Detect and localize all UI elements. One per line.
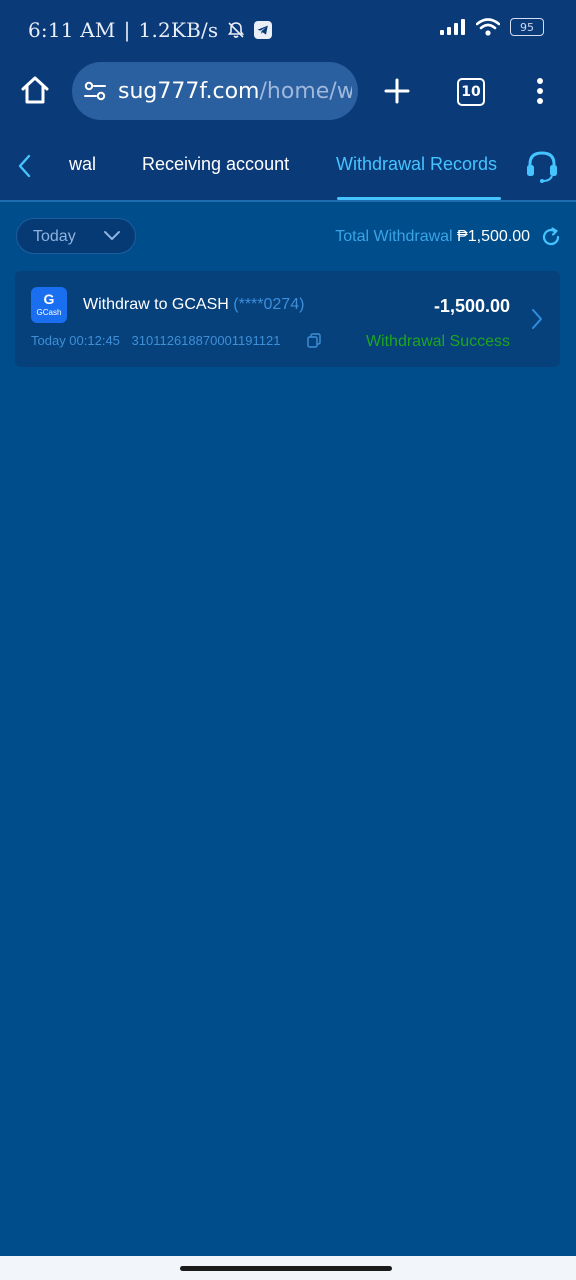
tabs-icon[interactable]: 10 bbox=[457, 78, 485, 106]
chevron-down-icon bbox=[104, 231, 120, 240]
refresh-icon[interactable] bbox=[540, 226, 562, 248]
bell-off-icon bbox=[228, 22, 245, 38]
more-menu-icon[interactable] bbox=[536, 77, 544, 105]
url-domain: sug777f.com bbox=[118, 78, 260, 104]
tab-count: 10 bbox=[461, 84, 481, 100]
network-speed: 1.2KB/s bbox=[138, 18, 219, 42]
signal-icon bbox=[440, 19, 465, 35]
record-masked-account: (****0274) bbox=[233, 296, 305, 313]
total-withdrawal: Total Withdrawal ₱1,500.00 bbox=[335, 228, 530, 246]
record-date: Today 00:12:45 bbox=[31, 333, 120, 348]
new-tab-icon[interactable] bbox=[384, 78, 410, 104]
wifi-icon bbox=[476, 18, 500, 36]
record-destination: Withdraw to GCASH bbox=[83, 296, 229, 313]
url-text: sug777f.com/home/wi bbox=[118, 79, 352, 104]
back-icon[interactable] bbox=[16, 154, 34, 178]
record-meta: Today 00:12:45 310112618870001191121 bbox=[31, 333, 288, 348]
status-time: 6:11 AM bbox=[28, 18, 116, 42]
withdraw-subnav: wal Receiving account Withdrawal Records bbox=[0, 130, 576, 200]
gcash-logo-text: GCash bbox=[36, 308, 62, 317]
status-bar: 6:11 AM | 1.2KB/s 95 bbox=[0, 0, 576, 62]
url-bar-row: sug777f.com/home/wi 10 bbox=[0, 62, 576, 122]
status-right: 95 bbox=[440, 18, 544, 36]
chevron-right-icon[interactable] bbox=[530, 307, 544, 331]
record-title: Withdraw to GCASH (****0274) bbox=[83, 296, 304, 314]
url-path: /home/wi bbox=[259, 78, 353, 104]
record-amount: -1,500.00 bbox=[433, 296, 510, 316]
tab-withdrawal[interactable]: wal bbox=[69, 154, 96, 175]
browser-header: 6:11 AM | 1.2KB/s 95 sug777f.com/home/wi… bbox=[0, 0, 576, 200]
battery-level: 95 bbox=[520, 20, 534, 34]
site-settings-icon[interactable] bbox=[82, 78, 108, 104]
home-icon[interactable] bbox=[20, 75, 50, 105]
telegram-icon bbox=[254, 21, 273, 39]
date-filter-dropdown[interactable]: Today bbox=[16, 218, 136, 254]
withdrawal-record[interactable]: G GCash Withdraw to GCASH (****0274) -1,… bbox=[15, 271, 560, 367]
status-left: 6:11 AM | 1.2KB/s bbox=[28, 18, 273, 42]
total-withdrawal-amount: ₱1,500.00 bbox=[457, 228, 530, 245]
date-filter-value: Today bbox=[33, 228, 76, 245]
total-withdrawal-label: Total Withdrawal bbox=[335, 228, 453, 245]
header-divider bbox=[0, 200, 576, 202]
gcash-logo-letter: G bbox=[43, 291, 55, 307]
status-separator: | bbox=[123, 18, 131, 42]
gcash-logo: G GCash bbox=[31, 287, 67, 323]
record-status: Withdrawal Success bbox=[365, 333, 510, 350]
battery-icon: 95 bbox=[510, 18, 544, 36]
url-field[interactable]: sug777f.com/home/wi bbox=[72, 62, 358, 120]
home-indicator[interactable] bbox=[180, 1266, 392, 1271]
gesture-bar bbox=[0, 1256, 576, 1280]
customer-service-icon[interactable] bbox=[524, 148, 560, 184]
copy-icon[interactable] bbox=[307, 333, 321, 348]
record-order-id: 310112618870001191121 bbox=[131, 333, 281, 348]
tab-withdrawal-records[interactable]: Withdrawal Records bbox=[336, 154, 497, 175]
tab-receiving-account[interactable]: Receiving account bbox=[142, 154, 289, 175]
